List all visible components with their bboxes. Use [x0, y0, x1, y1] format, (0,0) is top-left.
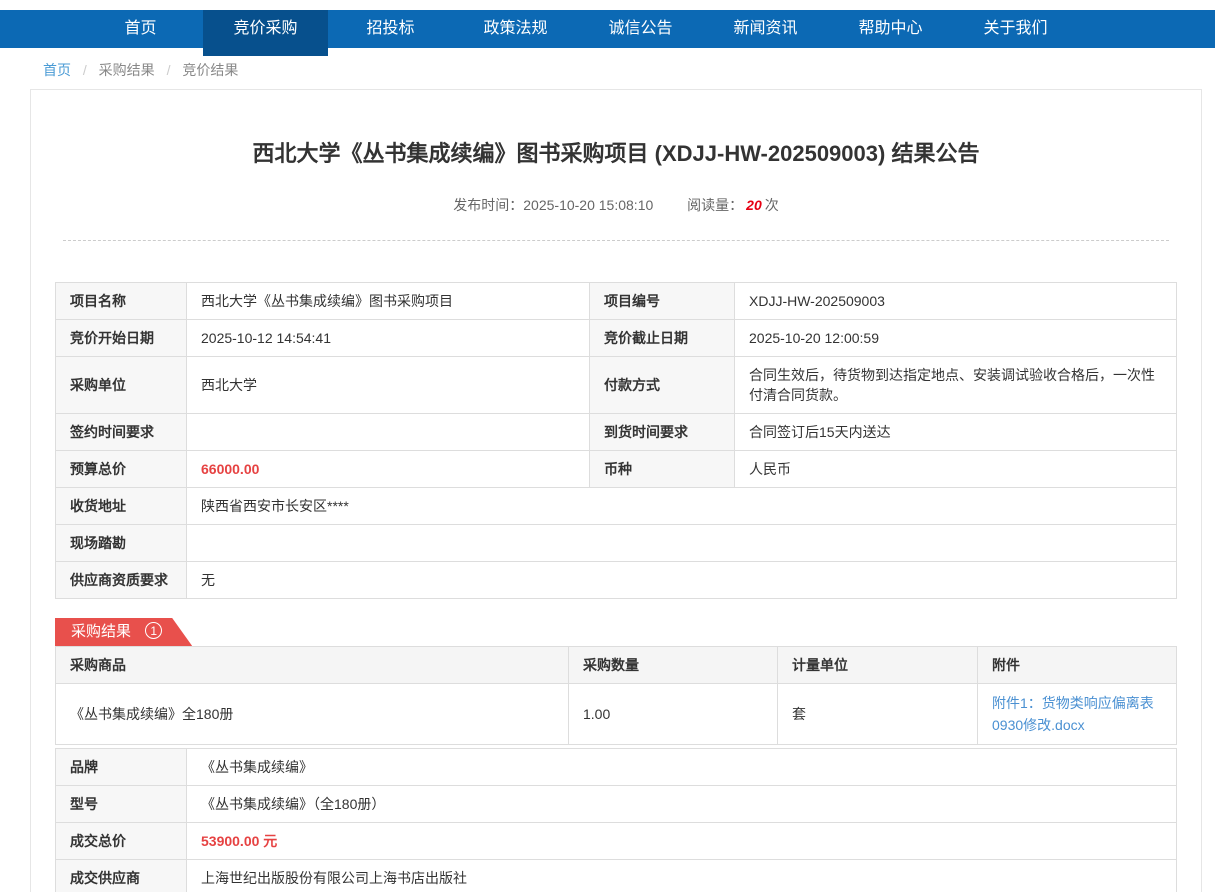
- result-detail-table: 品牌 《丛书集成续编》 型号 《丛书集成续编》（全180册） 成交总价 5390…: [55, 748, 1177, 892]
- read-count-unit: 次: [765, 197, 779, 213]
- purchaser-value: 西北大学: [187, 357, 590, 414]
- breadcrumb-home-link[interactable]: 首页: [43, 62, 71, 78]
- currency-label: 币种: [590, 451, 735, 488]
- goods-row: 《丛书集成续编》全180册 1.00 套 附件1：货物类响应偏离表0930修改.…: [56, 684, 1177, 745]
- site-survey-value: [187, 525, 1177, 562]
- table-row: 项目名称 西北大学《丛书集成续编》图书采购项目 项目编号 XDJJ-HW-202…: [56, 283, 1177, 320]
- bidding-start-value: 2025-10-12 14:54:41: [187, 320, 590, 357]
- deal-total-price-value: 53900.00 元: [187, 823, 1177, 860]
- nav-item-about-us[interactable]: 关于我们: [953, 10, 1078, 48]
- supplier-qualification-value: 无: [187, 562, 1177, 599]
- purchase-result-badge-label: 采购结果: [71, 623, 131, 640]
- table-row: 采购单位 西北大学 付款方式 合同生效后，待货物到达指定地点、安装调试验收合格后…: [56, 357, 1177, 414]
- dashed-divider: [63, 240, 1169, 241]
- deal-total-price-label: 成交总价: [56, 823, 187, 860]
- winning-supplier-label: 成交供应商: [56, 860, 187, 892]
- top-white-strip: [0, 0, 1215, 10]
- supplier-qualification-label: 供应商资质要求: [56, 562, 187, 599]
- table-row: 品牌 《丛书集成续编》: [56, 749, 1177, 786]
- model-label: 型号: [56, 786, 187, 823]
- goods-quantity-value: 1.00: [569, 684, 778, 745]
- page-title: 西北大学《丛书集成续编》图书采购项目 (XDJJ-HW-202509003) 结…: [55, 136, 1177, 168]
- site-survey-label: 现场踏勘: [56, 525, 187, 562]
- goods-attachment-cell: 附件1：货物类响应偏离表0930修改.docx: [978, 684, 1177, 745]
- project-info-table: 项目名称 西北大学《丛书集成续编》图书采购项目 项目编号 XDJJ-HW-202…: [55, 282, 1177, 599]
- table-row: 竞价开始日期 2025-10-12 14:54:41 竞价截止日期 2025-1…: [56, 320, 1177, 357]
- breadcrumb-current-page: 竞价结果: [182, 62, 238, 78]
- project-number-label: 项目编号: [590, 283, 735, 320]
- table-row: 签约时间要求 到货时间要求 合同签订后15天内送达: [56, 414, 1177, 451]
- announcement-card: 西北大学《丛书集成续编》图书采购项目 (XDJJ-HW-202509003) 结…: [30, 89, 1202, 892]
- bidding-end-label: 竞价截止日期: [590, 320, 735, 357]
- publish-time-value: 2025-10-20 15:08:10: [523, 197, 653, 213]
- signing-time-label: 签约时间要求: [56, 414, 187, 451]
- goods-header-product: 采购商品: [56, 647, 569, 684]
- nav-item-integrity-notices[interactable]: 诚信公告: [578, 10, 703, 48]
- breadcrumb-separator: /: [167, 62, 171, 78]
- table-row: 预算总价 66000.00 币种 人民币: [56, 451, 1177, 488]
- announcement-meta: 发布时间：2025-10-20 15:08:10 阅读量：20次: [55, 195, 1177, 215]
- delivery-time-value: 合同签订后15天内送达: [735, 414, 1177, 451]
- nav-item-bidding-purchase[interactable]: 竞价采购: [203, 10, 328, 56]
- budget-total-value: 66000.00: [187, 451, 590, 488]
- currency-value: 人民币: [735, 451, 1177, 488]
- nav-item-news[interactable]: 新闻资讯: [703, 10, 828, 48]
- read-count-value: 20: [746, 197, 762, 213]
- purchaser-label: 采购单位: [56, 357, 187, 414]
- breadcrumb: 首页 / 采购结果 / 竞价结果: [0, 48, 1215, 89]
- project-name-label: 项目名称: [56, 283, 187, 320]
- breadcrumb-purchase-results-link[interactable]: 采购结果: [99, 62, 155, 78]
- brand-value: 《丛书集成续编》: [187, 749, 1177, 786]
- attachment-link[interactable]: 附件1：货物类响应偏离表0930修改.docx: [992, 692, 1162, 736]
- goods-unit-value: 套: [778, 684, 978, 745]
- table-row: 收货地址 陕西省西安市长安区****: [56, 488, 1177, 525]
- nav-item-tenders[interactable]: 招投标: [328, 10, 453, 48]
- goods-product-value: 《丛书集成续编》全180册: [56, 684, 569, 745]
- table-row: 现场踏勘: [56, 525, 1177, 562]
- bidding-start-label: 竞价开始日期: [56, 320, 187, 357]
- nav-item-help-center[interactable]: 帮助中心: [828, 10, 953, 48]
- table-row: 供应商资质要求 无: [56, 562, 1177, 599]
- purchase-result-badge: 采购结果 1: [55, 618, 192, 646]
- nav-item-home[interactable]: 首页: [78, 10, 203, 48]
- goods-header-row: 采购商品 采购数量 计量单位 附件: [56, 647, 1177, 684]
- goods-table: 采购商品 采购数量 计量单位 附件 《丛书集成续编》全180册 1.00 套 附…: [55, 646, 1177, 745]
- winning-supplier-value: 上海世纪出版股份有限公司上海书店出版社: [187, 860, 1177, 892]
- table-row: 成交供应商 上海世纪出版股份有限公司上海书店出版社: [56, 860, 1177, 892]
- table-row: 型号 《丛书集成续编》（全180册）: [56, 786, 1177, 823]
- payment-method-value: 合同生效后，待货物到达指定地点、安装调试验收合格后，一次性付清合同货款。: [735, 357, 1177, 414]
- goods-header-unit: 计量单位: [778, 647, 978, 684]
- project-name-value: 西北大学《丛书集成续编》图书采购项目: [187, 283, 590, 320]
- project-number-value: XDJJ-HW-202509003: [735, 283, 1177, 320]
- badge-count: 1: [145, 622, 162, 639]
- goods-header-quantity: 采购数量: [569, 647, 778, 684]
- model-value: 《丛书集成续编》（全180册）: [187, 786, 1177, 823]
- delivery-address-value: 陕西省西安市长安区****: [187, 488, 1177, 525]
- signing-time-value: [187, 414, 590, 451]
- publish-time-label: 发布时间：: [453, 197, 523, 213]
- table-row: 成交总价 53900.00 元: [56, 823, 1177, 860]
- brand-label: 品牌: [56, 749, 187, 786]
- read-count: 阅读量：20次: [687, 197, 779, 213]
- budget-total-label: 预算总价: [56, 451, 187, 488]
- payment-method-label: 付款方式: [590, 357, 735, 414]
- delivery-time-label: 到货时间要求: [590, 414, 735, 451]
- bidding-end-value: 2025-10-20 12:00:59: [735, 320, 1177, 357]
- read-count-label: 阅读量：: [687, 197, 743, 213]
- main-navigation: 首页 竞价采购 招投标 政策法规 诚信公告 新闻资讯 帮助中心 关于我们: [0, 10, 1215, 48]
- delivery-address-label: 收货地址: [56, 488, 187, 525]
- nav-item-policies[interactable]: 政策法规: [453, 10, 578, 48]
- publish-time: 发布时间：2025-10-20 15:08:10: [453, 197, 653, 213]
- goods-header-attachment: 附件: [978, 647, 1177, 684]
- breadcrumb-separator: /: [83, 62, 87, 78]
